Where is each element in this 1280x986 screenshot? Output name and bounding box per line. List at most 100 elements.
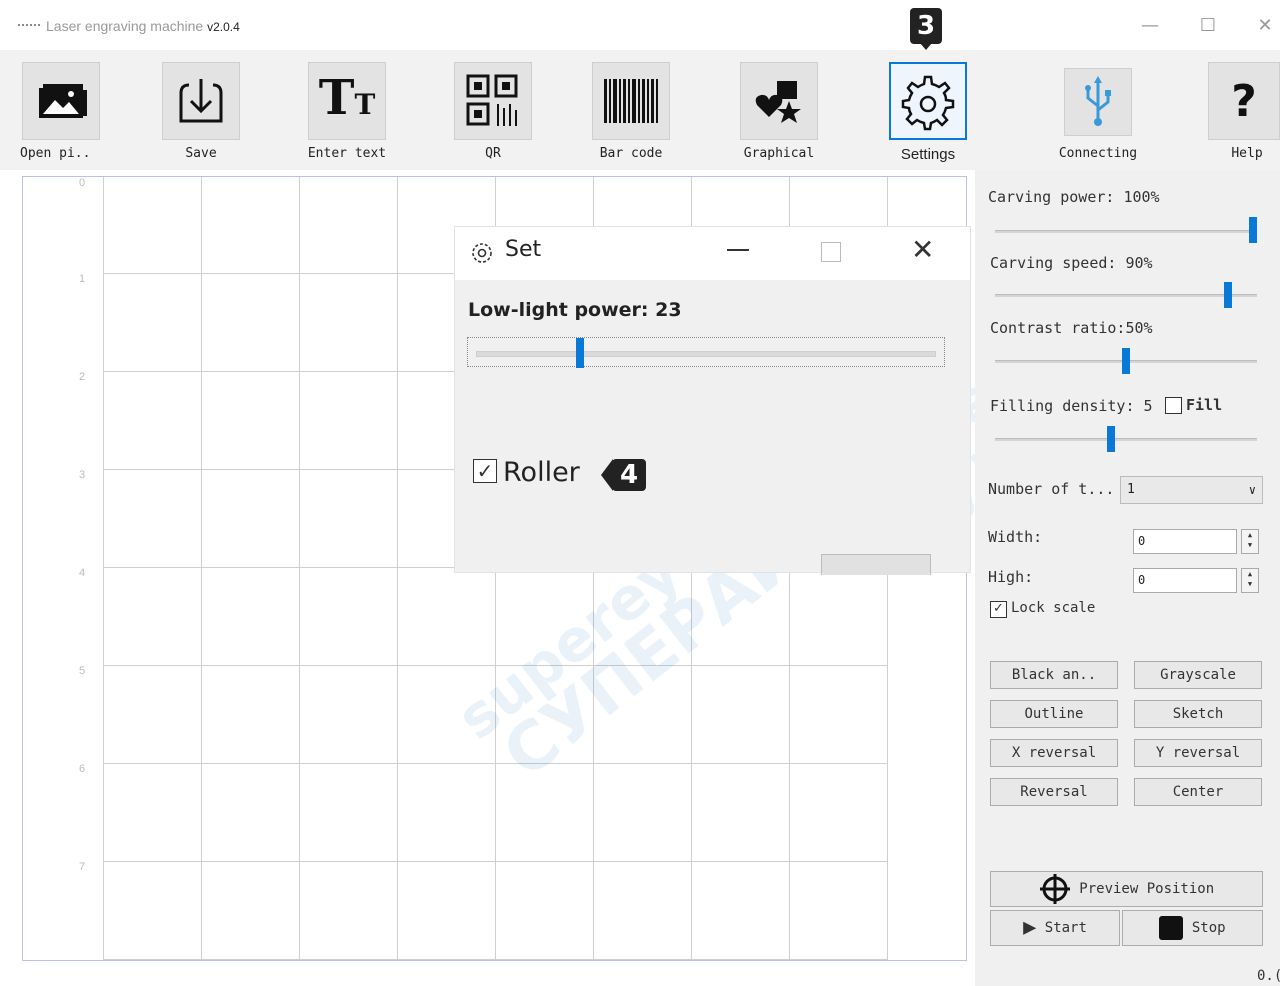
filling-density-slider[interactable]	[995, 426, 1257, 452]
ruler-label: 1	[79, 273, 86, 285]
status-readout: 0.(	[1257, 968, 1280, 984]
window-title: Laser engraving machine v2.0.4	[46, 18, 240, 34]
roller-checkbox[interactable]: ✓	[473, 459, 497, 483]
carving-power-label: Carving power: 100%	[988, 188, 1160, 206]
gear-icon	[901, 75, 955, 131]
ruler-label: 5	[79, 665, 86, 677]
number-of-times-label: Number of t...	[988, 480, 1115, 498]
start-label: Start	[1044, 920, 1087, 936]
lock-scale-label: Lock scale	[1011, 600, 1096, 616]
usb-icon	[1085, 76, 1111, 126]
grid-line	[201, 177, 202, 960]
connecting-button[interactable]	[1064, 68, 1132, 136]
low-light-power-slider[interactable]	[467, 337, 945, 368]
gear-icon	[472, 243, 492, 263]
step-4-badge: 4	[612, 459, 646, 491]
high-stepper[interactable]: ▲ ▼	[1241, 568, 1259, 593]
slider-thumb[interactable]	[576, 338, 584, 368]
contrast-label: Contrast ratio:50%	[990, 319, 1153, 337]
connecting-label: Connecting	[1058, 146, 1138, 161]
ruler-label: 6	[79, 763, 86, 775]
number-of-times-select[interactable]: 1 ∨	[1120, 476, 1263, 504]
reversal-button[interactable]: Reversal	[990, 778, 1118, 806]
help-button[interactable]: ?	[1208, 62, 1280, 140]
settings-button[interactable]	[889, 62, 967, 140]
maximize-button[interactable]: ☐	[1193, 12, 1223, 40]
preview-position-button[interactable]: Preview Position	[990, 871, 1263, 907]
enter-text-label: Enter text	[307, 146, 387, 161]
dialog-maximize-button[interactable]	[821, 242, 841, 262]
width-input[interactable]: 0	[1133, 529, 1237, 554]
close-button[interactable]: ✕	[1250, 12, 1280, 40]
text-icon: TT	[318, 69, 376, 126]
filling-density-label: Filling density: 5	[990, 397, 1153, 415]
x-reversal-button[interactable]: X reversal	[990, 739, 1118, 767]
slider-thumb[interactable]	[1224, 282, 1232, 308]
grayscale-button[interactable]: Grayscale	[1134, 661, 1262, 689]
stop-icon	[1159, 916, 1184, 940]
preview-position-label: Preview Position	[1079, 881, 1215, 897]
stop-button[interactable]: Stop	[1122, 910, 1263, 946]
toolbar: Open pi.. Save TT Enter text QR Bar code…	[0, 50, 1280, 170]
window-version: v2.0.4	[207, 20, 240, 34]
open-picture-icon	[39, 84, 87, 118]
slider-thumb[interactable]	[1249, 217, 1257, 243]
start-button[interactable]: ▶ Start	[990, 910, 1120, 946]
ruler-label: 4	[79, 567, 86, 579]
save-download-icon	[179, 79, 223, 123]
high-input[interactable]: 0	[1133, 568, 1237, 593]
low-light-power-label: Low-light power: 23	[468, 299, 682, 321]
minimize-button[interactable]: —	[1135, 12, 1165, 40]
black-and-white-button[interactable]: Black an..	[990, 661, 1118, 689]
dialog-title-bar: Set ✕	[455, 227, 970, 280]
width-stepper[interactable]: ▲ ▼	[1241, 529, 1259, 554]
shapes-icon	[755, 81, 801, 123]
ruler-label: 7	[79, 861, 86, 873]
grid-line	[103, 763, 888, 764]
number-of-times-value: 1	[1127, 482, 1135, 497]
enter-text-button[interactable]: TT	[308, 62, 386, 140]
set-dialog: Set ✕ Low-light power: 23 ✓ Roller	[455, 227, 970, 575]
play-icon: ▶	[1023, 915, 1037, 940]
sketch-button[interactable]: Sketch	[1134, 700, 1262, 728]
lock-scale-checkbox[interactable]: ✓	[990, 601, 1007, 618]
outline-button[interactable]: Outline	[990, 700, 1118, 728]
carving-power-slider[interactable]	[995, 217, 1257, 243]
question-icon: ?	[1231, 75, 1257, 127]
open-picture-button[interactable]	[22, 62, 100, 140]
barcode-icon	[604, 79, 658, 123]
carving-speed-slider[interactable]	[995, 282, 1257, 308]
qr-button[interactable]	[454, 62, 532, 140]
qr-label: QR	[485, 146, 501, 161]
open-picture-label: Open pi..	[20, 146, 91, 161]
grid-line	[397, 177, 398, 960]
bar-code-button[interactable]	[592, 62, 670, 140]
qr-code-icon	[466, 74, 518, 126]
dialog-ok-button[interactable]	[821, 554, 931, 575]
ruler-label: 0	[79, 177, 86, 189]
crosshair-icon	[1039, 874, 1070, 904]
fill-checkbox[interactable]	[1165, 397, 1182, 414]
dialog-minimize-button[interactable]	[727, 249, 749, 251]
width-label: Width:	[988, 528, 1043, 546]
grid-line	[103, 177, 104, 960]
center-button[interactable]: Center	[1134, 778, 1262, 806]
save-button[interactable]	[162, 62, 240, 140]
settings-panel: Carving power: 100% Carving speed: 90% C…	[975, 170, 1280, 986]
low-light-power-text: Low-light power:	[468, 299, 649, 321]
contrast-slider[interactable]	[995, 348, 1257, 374]
window-title-text: Laser engraving machine	[46, 18, 204, 34]
graphical-label: Graphical	[743, 146, 815, 161]
dialog-title: Set	[505, 237, 542, 262]
grid-line	[103, 959, 888, 960]
slider-thumb[interactable]	[1107, 426, 1115, 452]
ruler-label: 2	[79, 371, 86, 383]
slider-thumb[interactable]	[1122, 348, 1130, 374]
save-label: Save	[185, 146, 217, 161]
fill-label: Fill	[1186, 396, 1223, 414]
dialog-close-button[interactable]: ✕	[911, 233, 934, 266]
carving-speed-label: Carving speed: 90%	[990, 254, 1153, 272]
high-label: High:	[988, 568, 1034, 586]
y-reversal-button[interactable]: Y reversal	[1134, 739, 1262, 767]
graphical-button[interactable]	[740, 62, 818, 140]
